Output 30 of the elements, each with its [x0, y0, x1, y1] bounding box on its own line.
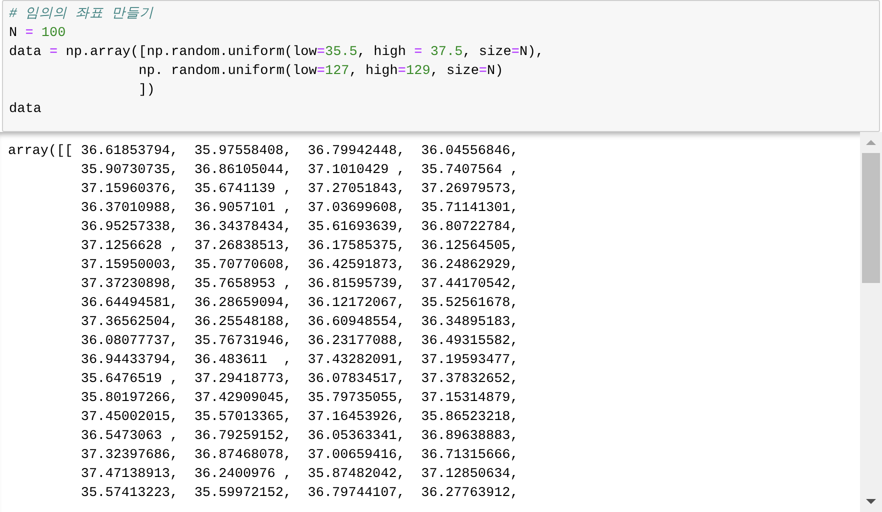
output-line: 36.37010988, 36.9057101 , 37.03699608, 35.71141301, — [80, 200, 518, 218]
output-line: 37.32397686, 36.87468078, 37.00659416, 36.71315666, — [80, 447, 518, 465]
output-line: 35.90730735, 36.86105044, 37.1010429 , 35.7407564 , — [80, 162, 518, 180]
output-line: 37.45002015, 35.57013365, 37.16453926, 35.86523218, — [80, 409, 518, 427]
output-line: 35.6476519 , 37.29418773, 36.07834517, 37.37832652, — [80, 371, 518, 389]
output-line: 37.37230898, 35.7658953 , 36.81595739, 37.44170542, — [80, 276, 518, 294]
output-line: array([[ 36.61853794, 35.97558408, 36.79942448, 36.04556846, — [8, 143, 518, 161]
output-line: 36.64494581, 36.28659094, 36.12172067, 35.52561678, — [80, 295, 518, 313]
code-line: np. random.uniform(low=127, high=129, size=N) — [138, 63, 504, 81]
code-line: N = 100 — [9, 25, 66, 43]
scrollbar-thumb[interactable] — [862, 153, 880, 283]
output-line: 35.80197266, 37.42909045, 35.79735055, 37.15314879, — [80, 390, 518, 408]
output-line: 35.57413223, 35.59972152, 36.79744107, 36.27763912, — [80, 485, 518, 503]
output-line: 36.95257338, 36.34378434, 35.61693639, 36.80722784, — [80, 219, 518, 237]
output-line: 36.94433794, 36.483611 , 37.43282091, 37.19593477, — [80, 352, 518, 370]
code-line: # 임의의 좌표 만들기 — [9, 6, 154, 24]
code-line: data — [9, 101, 42, 119]
code-line: data = np.array([np.random.uniform(low=35.5, high = 37.5, size=N), — [9, 44, 544, 62]
scrollbar[interactable] — [860, 132, 882, 512]
output-line: 37.15950003, 35.70770608, 36.42591873, 36.24862929, — [80, 257, 518, 275]
output-line: 36.08077737, 35.76731946, 36.23177088, 36.49315582, — [80, 333, 518, 351]
scroll-up-icon[interactable] — [866, 140, 876, 145]
code-line: ]) — [138, 82, 155, 100]
output-line: 36.5473063 , 36.79259152, 36.05363341, 36.89638883, — [80, 428, 518, 446]
output-line: 37.15960376, 35.6741139 , 37.27051843, 37.26979573, — [80, 181, 518, 199]
output-line: 37.47138913, 36.2400976 , 35.87482042, 37.12850634, — [80, 466, 518, 484]
scroll-down-icon[interactable] — [866, 499, 876, 504]
output-line: 37.36562504, 36.25548188, 36.60948554, 36.34895183, — [80, 314, 518, 332]
output-line: 37.1256628 , 37.26838513, 36.17585375, 36.12564505, — [80, 238, 518, 256]
code-cell[interactable]: # 임의의 좌표 만들기 N = 100 data = np.array([np.random.uniform(low=35.5, high = 37.5, size=N), np. random.uniform(low=127, high=129, size=N) ]) data — [2, 0, 880, 132]
